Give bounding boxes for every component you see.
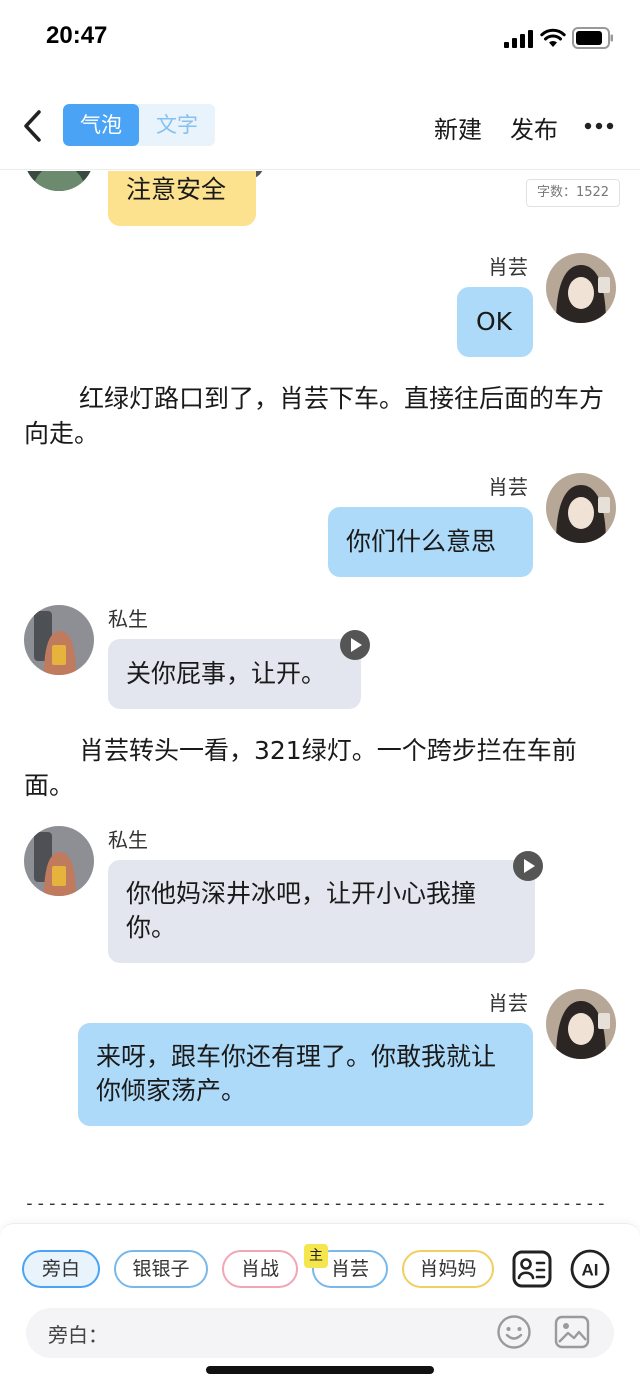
bottom-panel: 旁白 银银子 肖战 肖芸 主 肖妈妈 AI 旁白： — [0, 1223, 640, 1385]
avatar-image — [24, 826, 94, 896]
avatar-image — [546, 989, 616, 1059]
speaker-name: 私生 — [108, 607, 148, 631]
avatar[interactable] — [546, 253, 616, 323]
character-chip[interactable]: 肖妈妈 — [402, 1250, 494, 1288]
character-chip[interactable]: 肖战 — [222, 1250, 298, 1288]
nav-bar: 气泡 文字 新建 发布 — [0, 80, 640, 170]
back-icon[interactable] — [20, 108, 46, 144]
speaker-name: 私生 — [108, 828, 148, 852]
word-count: 字数：1522 — [526, 179, 620, 207]
ai-label: AI — [582, 1261, 599, 1280]
contacts-icon[interactable] — [512, 1250, 552, 1288]
speaker-name: 肖芸 — [488, 991, 528, 1015]
image-icon[interactable] — [554, 1314, 590, 1350]
avatar[interactable] — [546, 473, 616, 543]
status-bar: 20:47 — [0, 0, 640, 80]
message-bubble[interactable]: 关你屁事，让开。 — [108, 639, 361, 709]
play-icon[interactable] — [513, 851, 543, 881]
mode-text-tab[interactable]: 文字 — [139, 104, 215, 146]
battery-icon — [572, 27, 613, 49]
play-icon[interactable] — [340, 630, 370, 660]
speaker-name: 肖芸 — [488, 475, 528, 499]
message-bubble[interactable]: 来呀，跟车你还有理了。你敢我就让你倾家荡产。 — [78, 1023, 533, 1126]
mode-bubble-tab[interactable]: 气泡 — [63, 104, 139, 146]
more-icon[interactable] — [584, 122, 614, 130]
character-chip[interactable]: 银银子 — [114, 1250, 208, 1288]
publish-button[interactable]: 发布 — [510, 110, 558, 145]
story-editor[interactable]: 注意安全 字数：1522 肖芸 OK 红绿灯路口到了，肖芸下车。直接往后面的车方… — [0, 171, 640, 1223]
dialogue-input[interactable]: 旁白： — [26, 1308, 614, 1358]
emoji-icon[interactable] — [496, 1314, 532, 1350]
main-character-badge: 主 — [304, 1244, 328, 1268]
home-indicator — [206, 1366, 434, 1374]
narration-text[interactable]: 肖芸转头一看，321绿灯。一个跨步拦在车前面。 — [24, 733, 616, 803]
ai-icon[interactable]: AI — [570, 1249, 610, 1289]
mode-toggle: 气泡 文字 — [63, 104, 215, 146]
message-bubble[interactable]: 你们什么意思 — [328, 507, 533, 577]
character-chip-narrator[interactable]: 旁白 — [22, 1250, 100, 1288]
signal-icon — [504, 30, 533, 48]
avatar[interactable] — [546, 989, 616, 1059]
message-bubble[interactable]: 注意安全 — [108, 171, 256, 226]
status-time: 20:47 — [46, 22, 108, 49]
narration-text[interactable]: 红绿灯路口到了，肖芸下车。直接往后面的车方向走。 — [24, 381, 616, 451]
wifi-icon — [540, 28, 566, 47]
message-bubble[interactable]: 你他妈深井冰吧，让开小心我撞你。 — [108, 860, 535, 963]
input-speaker-label: 旁白： — [48, 1323, 108, 1347]
speaker-name: 肖芸 — [488, 255, 528, 279]
avatar-image — [24, 605, 94, 675]
divider-line: ----------------------------------------… — [24, 1193, 608, 1214]
message-bubble[interactable]: OK — [457, 287, 533, 357]
avatar-image — [546, 253, 616, 323]
avatar-image — [546, 473, 616, 543]
avatar[interactable] — [24, 826, 94, 896]
new-button[interactable]: 新建 — [434, 110, 482, 145]
avatar[interactable] — [24, 171, 94, 191]
avatar-image — [24, 171, 94, 191]
avatar[interactable] — [24, 605, 94, 675]
